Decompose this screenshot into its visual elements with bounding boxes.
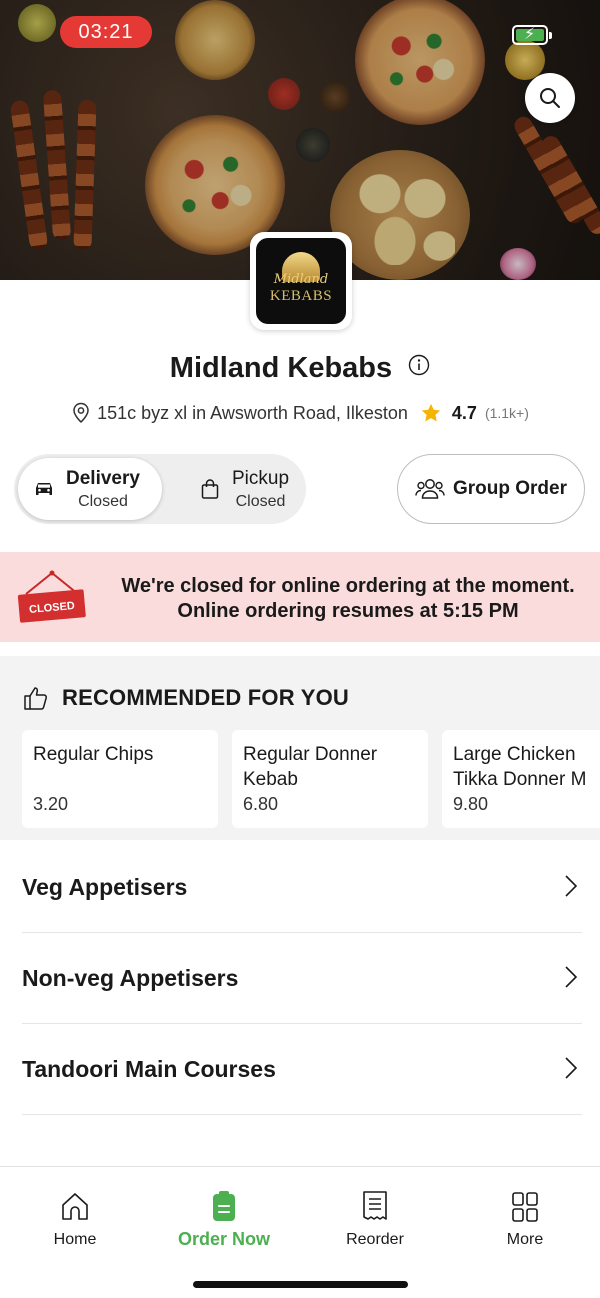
thumbs-up-icon [24,687,48,710]
chevron-right-icon [565,875,578,897]
logo-text-bottom: KEBABS [269,288,333,304]
restaurant-logo: Midland KEBABS [250,232,352,330]
nav-reorder[interactable]: Reorder [320,1189,430,1249]
order-now-icon [213,1191,235,1221]
home-icon [62,1193,88,1220]
nav-order-now-label: Order Now [177,1229,270,1249]
recommended-item-name-line2: Tikka Donner M [453,769,587,790]
recommended-carousel[interactable]: Regular Chips 3.20 Regular Donner Kebab … [22,730,600,828]
nav-reorder-label: Reorder [346,1231,404,1248]
category-label: Veg Appetisers [22,873,188,900]
group-order-button[interactable]: Group Order [397,454,585,524]
chevron-right-icon [565,1057,578,1079]
pickup-label: Pickup [232,467,290,489]
recommended-item-name: Large Chicken [453,744,576,765]
logo-text-top: Midland [273,272,329,287]
rating-value: 4.7 [451,402,477,423]
delivery-label: Delivery [66,467,140,489]
home-indicator[interactable] [193,1281,408,1288]
restaurant-name: Midland Kebabs [169,352,393,384]
nav-more[interactable]: More [470,1189,580,1249]
closed-message: We're closed for online ordering at the … [110,574,586,624]
recommended-item-card[interactable]: Regular Chips 3.20 [22,730,218,828]
search-icon [540,88,560,108]
closed-message-line1: We're closed for online ordering at the … [121,575,575,597]
nav-more-label: More [506,1231,544,1248]
restaurant-address: 151c byz xl in Awsworth Road, Ilkeston [97,402,408,423]
category-row-veg-appetisers[interactable]: Veg Appetisers [22,842,582,933]
menu-category-list: Veg Appetisers Non-veg Appetisers Tandoo… [0,842,600,1115]
delivery-option[interactable]: Delivery Closed [18,458,162,520]
nav-order-now[interactable]: Order Now [169,1189,279,1250]
delivery-status: Closed [78,492,128,510]
car-icon [36,483,52,495]
recommended-item-price: 3.20 [33,794,69,814]
recommended-section: RECOMMENDED FOR YOU Regular Chips 3.20 R… [0,656,600,840]
closed-message-line2: Online ordering resumes at 5:15 PM [177,600,519,622]
category-row-tandoori-main-courses[interactable]: Tandoori Main Courses [22,1024,582,1115]
nav-home[interactable]: Home [20,1189,130,1249]
recommended-item-name: Regular Donner [243,744,378,765]
recommended-header: RECOMMENDED FOR YOU [22,684,349,712]
battery-charging-icon: ⚡ [512,25,552,45]
recommended-item-name-line2: Kebab [243,769,298,790]
group-people-icon [415,479,445,499]
pickup-status: Closed [235,492,286,510]
nav-home-label: Home [53,1231,97,1248]
recommended-item-name: Regular Chips [33,744,154,765]
recommended-title: RECOMMENDED FOR YOU [62,685,349,710]
closed-notice-banner: CLOSED We're closed for online ordering … [0,552,600,642]
info-icon[interactable] [408,351,430,384]
status-time: 03:21 [60,16,152,48]
search-button[interactable] [525,73,575,123]
restaurant-name-row: Midland Kebabs [0,352,600,385]
shopping-bag-icon [201,479,219,499]
recommended-item-price: 6.80 [243,794,279,814]
group-order-label: Group Order [452,478,567,499]
category-row-non-veg-appetisers[interactable]: Non-veg Appetisers [22,933,582,1024]
recommended-item-card[interactable]: Large Chicken Tikka Donner M 9.80 [442,730,600,828]
service-mode-toggle: Delivery Closed Pickup Closed [14,454,306,524]
bottom-navigation: Home Order Now Reorder More [0,1166,600,1298]
receipt-icon [363,1191,387,1220]
closed-sign-icon: CLOSED [17,570,86,623]
rating-count: (1.1k+) [484,405,529,421]
category-label: Tandoori Main Courses [22,1055,276,1082]
chevron-right-icon [565,966,578,988]
recommended-item-price: 9.80 [453,794,489,814]
address-rating-row: 151c byz xl in Awsworth Road, Ilkeston 4… [0,402,600,424]
pickup-option[interactable]: Pickup Closed [174,458,302,520]
recommended-item-card[interactable]: Regular Donner Kebab 6.80 [232,730,428,828]
category-label: Non-veg Appetisers [22,964,239,991]
grid-icon [512,1192,538,1222]
star-icon [421,403,441,422]
location-pin-icon [73,402,89,424]
